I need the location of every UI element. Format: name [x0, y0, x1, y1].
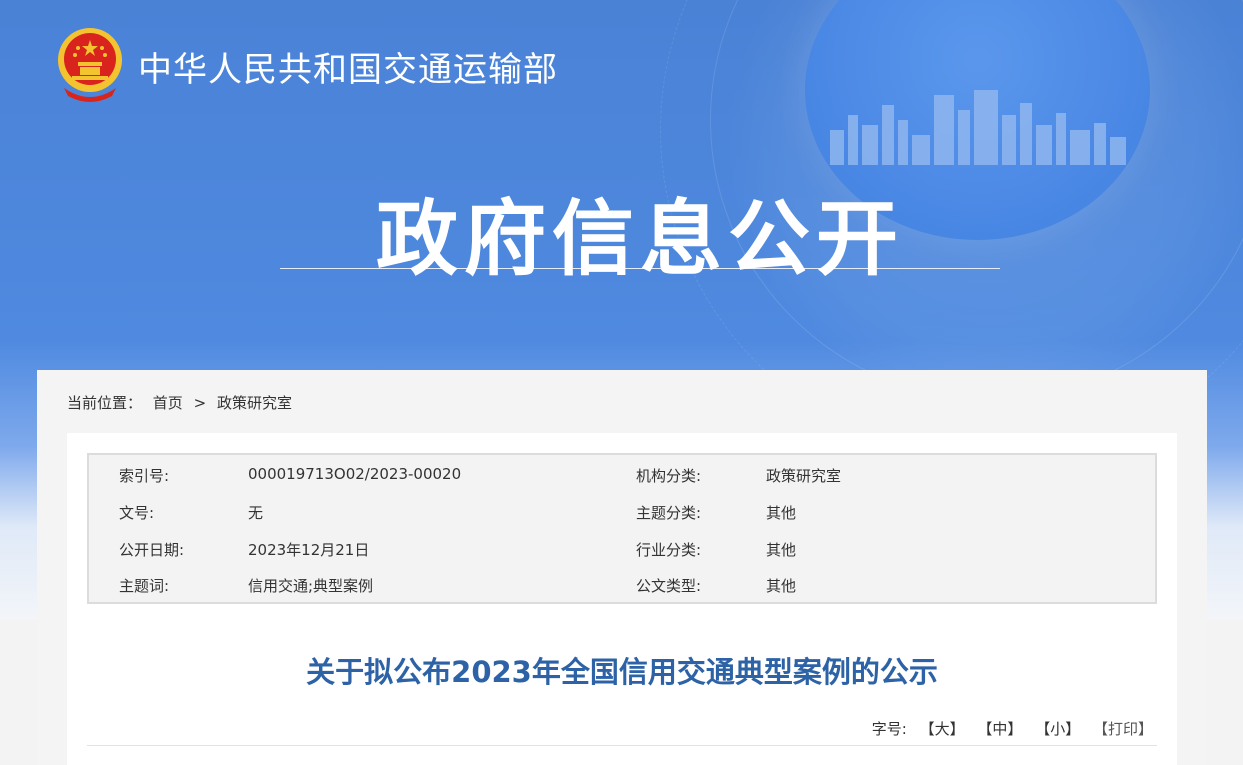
metadata-table: 索引号: 000019713O02/2023-00020 机构分类: 政策研究室… [87, 453, 1157, 604]
divider [87, 745, 1157, 746]
keywords-value: 信用交通;典型案例 [248, 577, 374, 595]
index-no-label: 索引号: [119, 467, 170, 485]
org-value: 政策研究室 [766, 467, 842, 485]
doc-type-label: 公文类型: [636, 577, 702, 595]
content-panel: 当前位置： 首页 > 政策研究室 索引号: 000019713O02/2023-… [37, 370, 1207, 765]
publish-date-label: 公开日期: [119, 541, 185, 559]
font-large-button[interactable]: 【大】 [920, 720, 965, 738]
breadcrumb-current-link[interactable]: 政策研究室 [217, 394, 292, 412]
industry-category-value: 其他 [766, 541, 797, 559]
doc-no-value: 无 [248, 504, 264, 522]
site-name[interactable]: 中华人民共和国交通运输部 [138, 42, 558, 91]
font-small-button[interactable]: 【小】 [1035, 720, 1080, 738]
article-title: 关于拟公布2023年全国信用交通典型案例的公示 [306, 655, 938, 689]
org-label: 机构分类: [636, 467, 702, 485]
index-no-value: 000019713O02/2023-00020 [248, 465, 462, 483]
breadcrumb-label: 当前位置： [67, 394, 143, 412]
city-skyline-image [830, 90, 1126, 165]
breadcrumb-separator: > [193, 394, 207, 412]
print-button[interactable]: 【打印】 [1093, 720, 1153, 738]
doc-type-value: 其他 [766, 577, 797, 595]
banner-title: 政府信息公开 [375, 192, 904, 287]
doc-no-label: 文号: [119, 504, 155, 522]
breadcrumb-home-link[interactable]: 首页 [153, 394, 183, 412]
national-emblem-logo [58, 28, 122, 102]
keywords-label: 主题词: [119, 577, 170, 595]
industry-category-label: 行业分类: [636, 541, 702, 559]
font-medium-button[interactable]: 【中】 [977, 720, 1022, 738]
topic-category-label: 主题分类: [636, 504, 702, 522]
banner-divider [280, 268, 1000, 269]
breadcrumb: 当前位置： 首页 > 政策研究室 [67, 392, 298, 413]
topic-category-value: 其他 [766, 504, 797, 522]
article-container: 索引号: 000019713O02/2023-00020 机构分类: 政策研究室… [67, 433, 1177, 765]
font-size-toolbar: 字号: 【大】 【中】 【小】 【打印】 [872, 718, 1153, 739]
publish-date-value: 2023年12月21日 [248, 541, 370, 559]
font-size-label: 字号: [871, 720, 907, 738]
